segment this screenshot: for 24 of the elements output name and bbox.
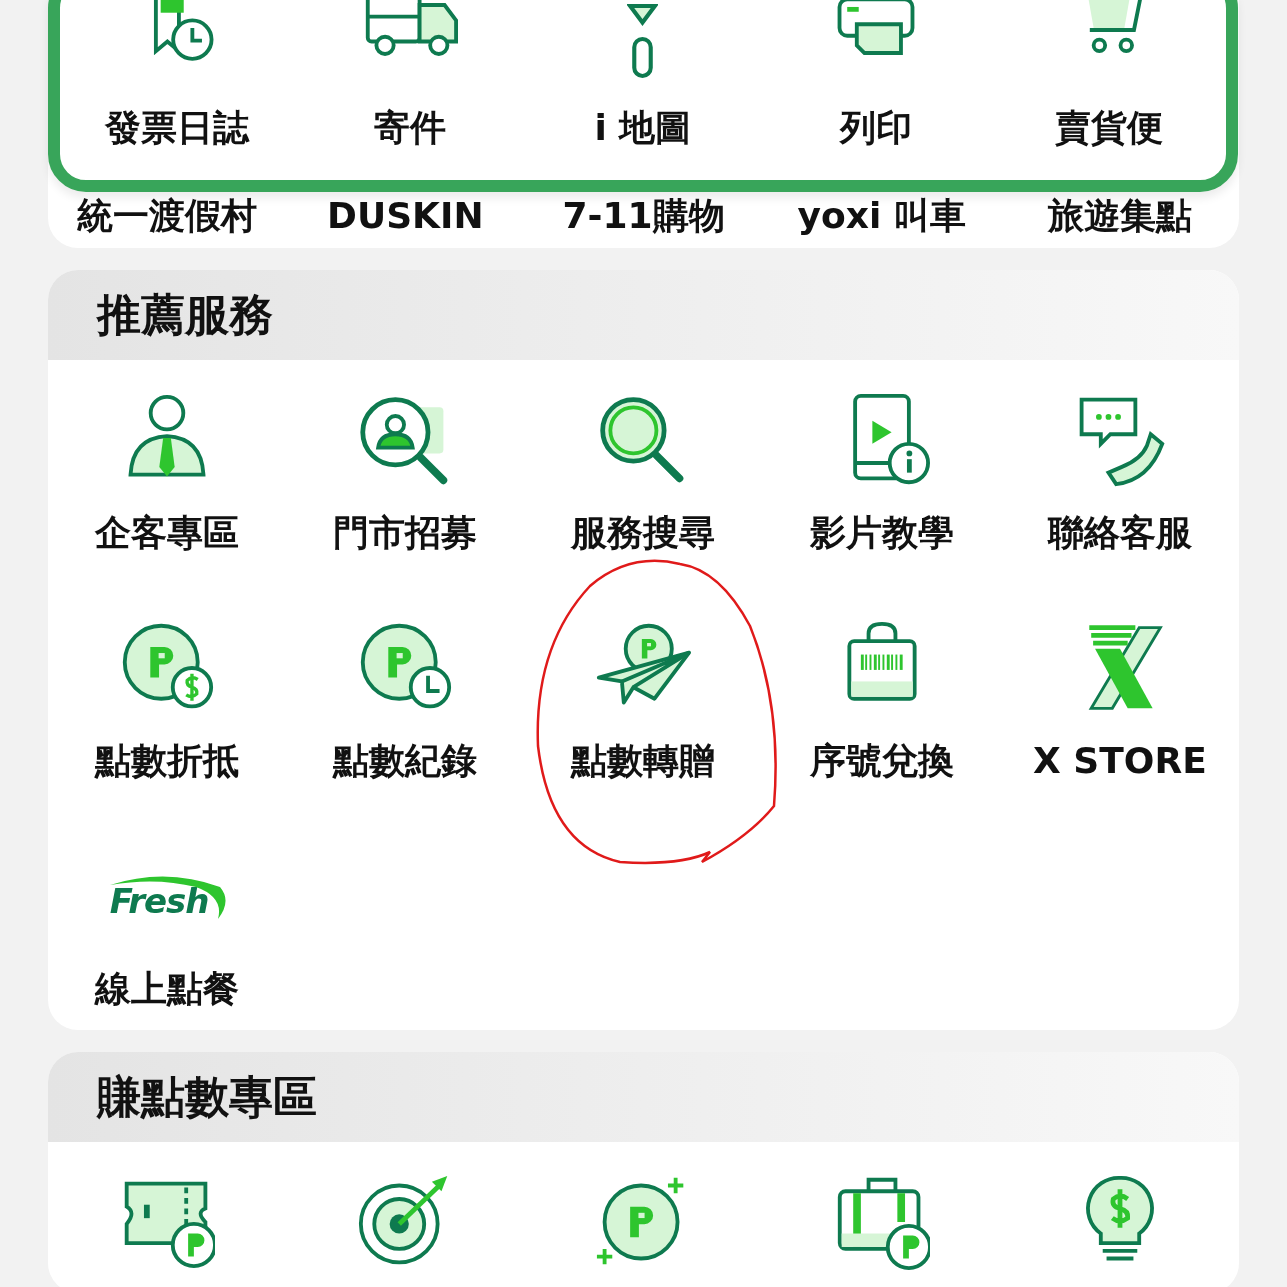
- section-title: 推薦服務: [97, 287, 273, 342]
- service-button[interactable]: 賣貨便: [992, 0, 1226, 148]
- service-button[interactable]: 點數紀錄: [286, 618, 525, 781]
- service-button[interactable]: 聯絡客服: [1000, 390, 1239, 553]
- section-title: 賺點數專區: [97, 1069, 317, 1124]
- service-button[interactable]: 點數轉贈: [524, 618, 763, 781]
- map-pin-icon: [627, 4, 659, 78]
- service-button[interactable]: X STORE: [1000, 618, 1239, 781]
- service-button[interactable]: 服務搜尋: [524, 390, 763, 553]
- service-button[interactable]: 旅遊集點: [1047, 196, 1192, 236]
- service-button[interactable]: 門市招募: [286, 390, 525, 553]
- service-button[interactable]: DUSKIN: [327, 196, 484, 236]
- service-button[interactable]: yoxi 叫車: [797, 196, 966, 236]
- service-button[interactable]: 列印: [759, 0, 993, 148]
- service-button[interactable]: 影片教學: [762, 390, 1001, 553]
- service-button[interactable]: 寄件: [293, 0, 527, 148]
- service-button[interactable]: i 地圖: [526, 0, 760, 148]
- service-button[interactable]: 發票日誌: [60, 0, 294, 148]
- service-button[interactable]: 7-11購物: [562, 196, 725, 236]
- service-button[interactable]: 企客專區: [48, 390, 287, 553]
- service-button[interactable]: Fresh 線上點餐: [48, 846, 287, 1009]
- service-button[interactable]: 統一渡假村: [77, 196, 258, 236]
- service-button[interactable]: 點數折抵: [48, 618, 287, 781]
- service-button[interactable]: 序號兌換: [762, 618, 1001, 781]
